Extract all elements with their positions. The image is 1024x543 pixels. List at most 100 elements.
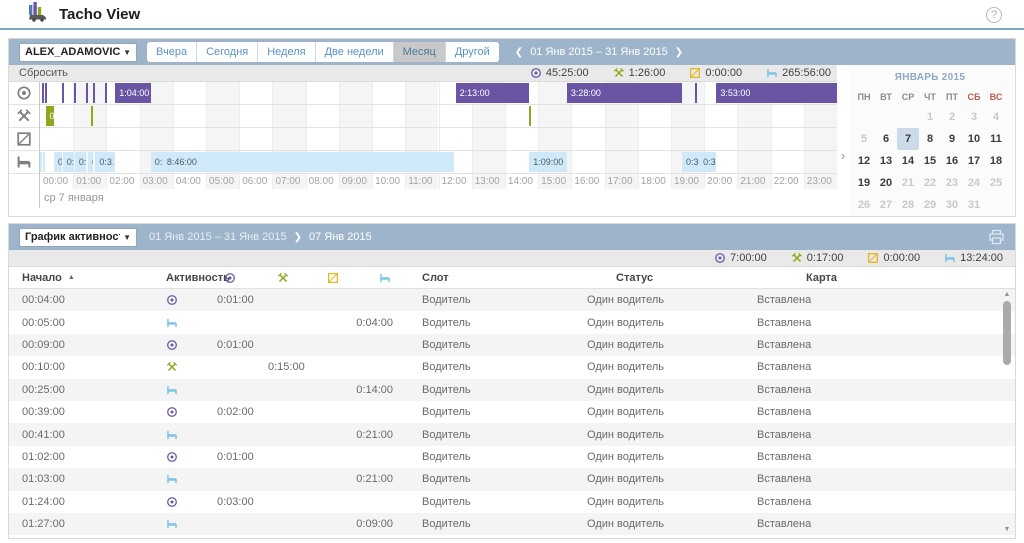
cell-status: Один водитель	[584, 406, 749, 418]
calendar-day-14[interactable]: 14	[897, 150, 919, 172]
segment-duration-label: 0:21:00	[63, 157, 75, 167]
work-segment[interactable]	[91, 106, 93, 126]
work-segment[interactable]	[529, 106, 531, 126]
rest-segment[interactable]: 0:22:00	[151, 152, 163, 172]
drive-segment[interactable]	[74, 83, 76, 103]
work-segment[interactable]: 0:15:00	[46, 106, 54, 126]
scroll-up-icon[interactable]: ▲	[1002, 291, 1012, 299]
column-header-work-icon[interactable]	[267, 272, 319, 284]
column-header-card[interactable]: Карта	[749, 272, 1005, 284]
prev-range-icon[interactable]: ❮	[515, 47, 523, 58]
drive-segment[interactable]	[42, 83, 44, 103]
range-button-вчера[interactable]: Вчера	[147, 42, 197, 62]
drive-segment[interactable]	[62, 83, 64, 103]
drive-segment[interactable]	[105, 83, 107, 103]
activity-type-icon	[164, 518, 214, 530]
segment-duration-label: 0:22:00	[151, 157, 163, 167]
rest-segment[interactable]: 0:21:00	[63, 152, 75, 172]
calendar-day-8[interactable]: 8	[919, 128, 941, 150]
cell-slot: Водитель	[419, 429, 584, 441]
rest-segment[interactable]: 0:09:00	[88, 152, 93, 172]
calendar-day-16[interactable]: 16	[941, 150, 963, 172]
rest-segment[interactable]: 0:30:00	[682, 152, 699, 172]
drive-segment[interactable]: 3:28:00	[567, 83, 682, 103]
calendar-day-13[interactable]: 13	[875, 150, 897, 172]
column-header-drive-icon[interactable]	[214, 272, 267, 284]
rest-segment[interactable]: 0:31:00	[95, 152, 112, 172]
print-button[interactable]	[988, 229, 1005, 245]
range-button-другой[interactable]: Другой	[446, 42, 499, 62]
drive-segment[interactable]	[45, 83, 47, 103]
calendar-day-9[interactable]: 9	[941, 128, 963, 150]
table-row[interactable]: 01:02:000:01:00ВодительОдин водительВста…	[9, 446, 1015, 468]
calendar-day-15[interactable]: 15	[919, 150, 941, 172]
range-button-неделя[interactable]: Неделя	[258, 42, 315, 62]
reset-button[interactable]: Сбросить	[19, 67, 68, 79]
rest-segment[interactable]: 0:04:00	[43, 152, 45, 172]
help-button[interactable]: ?	[986, 7, 1002, 23]
timeline-row-work: 0:15:00	[40, 105, 837, 128]
next-range-icon[interactable]: ❯	[675, 47, 683, 58]
calendar-day-7[interactable]: 7	[897, 128, 919, 150]
segment-duration-label: 3:53:00	[716, 88, 750, 98]
view-select[interactable]: График активности ▼	[19, 228, 137, 247]
calendar-day-12[interactable]: 12	[853, 150, 875, 172]
axis-tick-label: 14:00	[508, 175, 533, 189]
table-row[interactable]: 00:25:000:14:00ВодительОдин водительВста…	[9, 379, 1015, 401]
breadcrumb-parent-link[interactable]: 01 Янв 2015 – 31 Янв 2015	[149, 231, 287, 243]
rest-segment[interactable]: 0:14:00	[54, 152, 62, 172]
table-row[interactable]: 01:03:000:21:00ВодительОдин водительВста…	[9, 468, 1015, 490]
drive-segment[interactable]	[86, 83, 88, 103]
calendar-day-11[interactable]: 11	[985, 128, 1007, 150]
cell-slot: Водитель	[419, 361, 584, 373]
column-header-status[interactable]: Статус	[584, 272, 749, 284]
rest-segment[interactable]	[113, 152, 116, 172]
table-scrollbar[interactable]: ▲ ▼	[1002, 291, 1012, 534]
calendar-day-20[interactable]: 20	[875, 172, 897, 194]
table-row[interactable]: 00:04:000:01:00ВодительОдин водительВста…	[9, 289, 1015, 311]
rest-segment[interactable]: 0:21:00	[75, 152, 87, 172]
drive-segment[interactable]: 3:53:00	[716, 83, 837, 103]
cell-slot: Водитель	[419, 473, 584, 485]
scrollbar-thumb[interactable]	[1003, 301, 1011, 365]
table-row[interactable]: 01:24:000:03:00ВодительОдин водительВста…	[9, 491, 1015, 513]
calendar-day-empty	[875, 106, 897, 128]
table-row[interactable]: 00:41:000:21:00ВодительОдин водительВста…	[9, 423, 1015, 445]
rest-segment[interactable]: 0:36:00	[699, 152, 716, 172]
calendar-day-18[interactable]: 18	[985, 150, 1007, 172]
segment-duration-label: 1:04:00	[115, 88, 149, 98]
calendar-day-19[interactable]: 19	[853, 172, 875, 194]
column-header-activity[interactable]: Активность	[164, 272, 214, 284]
drive-segment[interactable]: 1:04:00	[115, 83, 150, 103]
next-day-chevron[interactable]: ›	[837, 65, 849, 216]
drive-segment[interactable]	[695, 83, 697, 103]
activity-type-icon	[164, 361, 214, 373]
calendar-day-10[interactable]: 10	[963, 128, 985, 150]
scroll-down-icon[interactable]: ▼	[1002, 526, 1012, 534]
range-button-две-недели[interactable]: Две недели	[316, 42, 394, 62]
calendar-weekday-ВТ: ВТ	[875, 88, 897, 106]
table-row[interactable]: 00:10:000:15:00ВодительОдин водительВста…	[9, 356, 1015, 378]
table-row[interactable]: 01:27:000:09:00ВодительОдин водительВста…	[9, 513, 1015, 535]
timeline-plot[interactable]: 00:0001:0002:0003:0004:0005:0006:0007:00…	[39, 82, 837, 189]
table-row[interactable]: 00:05:000:04:00ВодительОдин водительВста…	[9, 311, 1015, 333]
calendar-day-17[interactable]: 17	[963, 150, 985, 172]
table-row[interactable]: 00:39:000:02:00ВодительОдин водительВста…	[9, 401, 1015, 423]
range-button-сегодня[interactable]: Сегодня	[197, 42, 258, 62]
rest-segment[interactable]: 1:09:00	[529, 152, 567, 172]
timeline-stats-bar: Сбросить 45:25:001:26:000:00:00265:56:00	[9, 65, 837, 82]
table-row[interactable]: 00:09:000:01:00ВодительОдин водительВста…	[9, 334, 1015, 356]
calendar-day-6[interactable]: 6	[875, 128, 897, 150]
range-button-месяц[interactable]: Месяц	[394, 42, 446, 62]
driver-select[interactable]: ALEX_ADAMOVICH ▼	[19, 43, 137, 62]
calendar-day-4: 4	[985, 106, 1007, 128]
drive-segment[interactable]: 2:13:00	[456, 83, 530, 103]
column-header-start[interactable]: Начало▲	[19, 272, 164, 284]
rest-segment[interactable]	[40, 152, 42, 172]
axis-tick-label: 12:00	[442, 175, 467, 189]
column-header-slot[interactable]: Слот	[419, 272, 584, 284]
drive-segment[interactable]	[93, 83, 95, 103]
column-header-availability-icon[interactable]	[319, 272, 353, 284]
column-header-rest-icon[interactable]	[353, 272, 419, 284]
rest-segment[interactable]: 8:46:00	[163, 152, 454, 172]
